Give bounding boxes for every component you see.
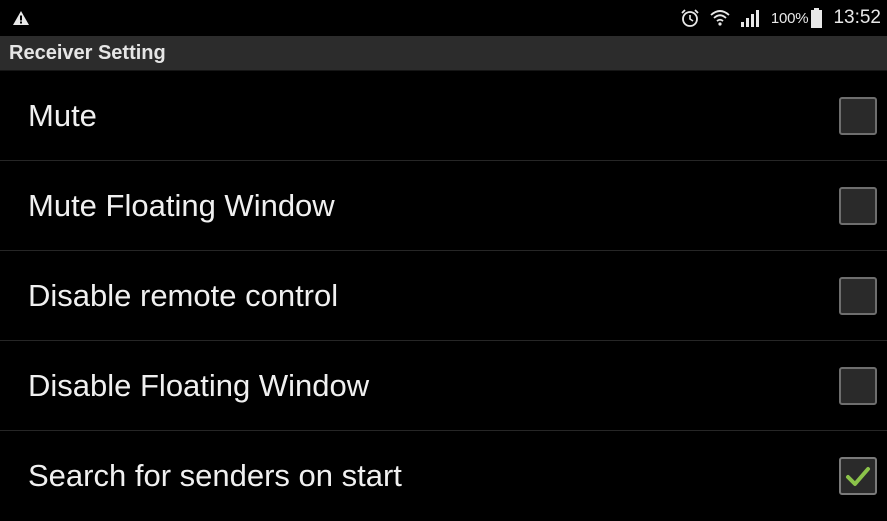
search-senders-on-start-checkbox[interactable]: [839, 457, 877, 495]
settings-list: Mute Mute Floating Window Disable remote…: [0, 71, 887, 521]
wifi-icon: [709, 8, 731, 28]
setting-row-disable-remote-control[interactable]: Disable remote control: [0, 251, 887, 341]
setting-row-disable-floating-window[interactable]: Disable Floating Window: [0, 341, 887, 431]
page-title: Receiver Setting: [9, 41, 166, 64]
warning-icon: [12, 10, 30, 26]
status-left: [12, 10, 30, 26]
alarm-icon: [680, 8, 700, 28]
title-bar: Receiver Setting: [0, 36, 887, 71]
disable-floating-window-checkbox[interactable]: [839, 366, 877, 405]
setting-row-mute[interactable]: Mute: [0, 71, 887, 161]
setting-row-search-senders-on-start[interactable]: Search for senders on start: [0, 431, 887, 521]
disable-remote-control-checkbox[interactable]: [839, 276, 877, 315]
status-clock: 13:52: [833, 7, 881, 28]
battery-status: 100%: [771, 8, 823, 28]
mute-checkbox[interactable]: [839, 96, 877, 135]
checkmark-icon: [845, 465, 871, 487]
status-bar: 100% 13:52: [0, 0, 887, 36]
status-right: 100% 13:52: [680, 7, 881, 29]
setting-label: Mute Floating Window: [28, 187, 335, 223]
setting-label: Mute: [28, 97, 97, 133]
setting-label: Search for senders on start: [28, 458, 402, 493]
setting-label: Disable Floating Window: [28, 367, 370, 403]
signal-icon: [740, 8, 762, 28]
battery-percent: 100%: [770, 9, 809, 27]
setting-label: Disable remote control: [28, 277, 339, 313]
battery-icon: [811, 8, 823, 28]
mute-floating-window-checkbox[interactable]: [839, 186, 877, 225]
setting-row-mute-floating-window[interactable]: Mute Floating Window: [0, 161, 887, 251]
